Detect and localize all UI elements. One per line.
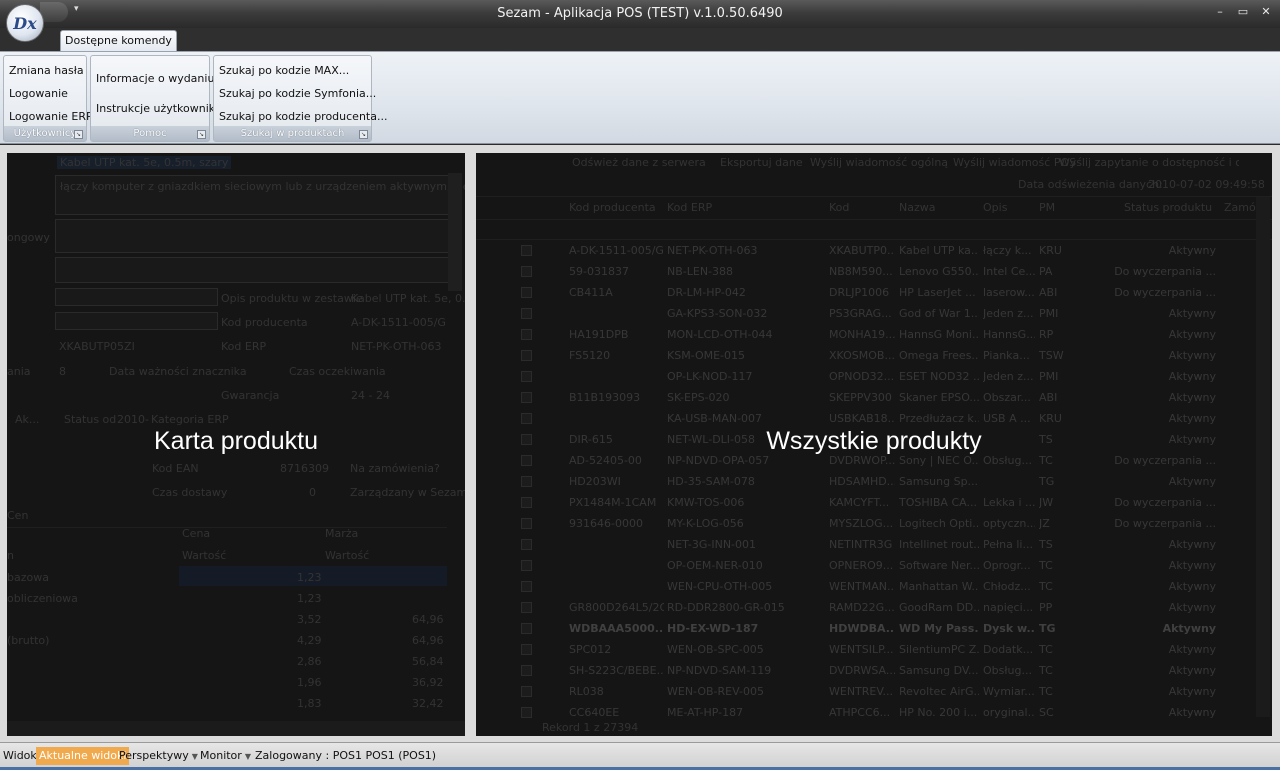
ribbon-group-help: Informacje o wydaniu Instrukcje użytkown… <box>90 55 222 142</box>
ribbon-group-users: Zmiana hasła Logowanie Logowanie ERP Uży… <box>3 55 93 142</box>
close-button[interactable]: ✕ <box>1257 5 1275 21</box>
release-info-button[interactable]: Informacje o wydaniu <box>96 72 214 85</box>
main-area: Kabel UTP kat. 5e, 0.5m, szary łączy kom… <box>0 145 1280 742</box>
app-menu-logo-icon[interactable]: Dx <box>6 4 44 42</box>
logged-user-status: Zalogowany : POS1 POS1 (POS1) <box>255 749 437 762</box>
window-title: Sezam - Aplikacja POS (TEST) v.1.0.50.64… <box>497 6 783 21</box>
tab-dostepne-komendy[interactable]: Dostępne komendy <box>60 30 177 52</box>
product-card-panel[interactable]: Kabel UTP kat. 5e, 0.5m, szary łączy kom… <box>7 153 465 736</box>
login-button[interactable]: Logowanie <box>9 87 68 100</box>
minimize-button[interactable]: – <box>1211 5 1229 21</box>
all-products-label: Wszystkie produkty <box>766 427 982 455</box>
search-max-code-button[interactable]: Szukaj po kodzie MAX... <box>219 64 349 77</box>
view-menu[interactable]: Widok <box>3 749 37 762</box>
maximize-button[interactable]: ▭ <box>1234 5 1252 21</box>
login-erp-button[interactable]: Logowanie ERP <box>9 110 93 123</box>
ribbon-group-title: Szukaj w produktach <box>214 126 371 141</box>
chevron-down-icon: ▼ <box>191 752 198 761</box>
perspectives-menu[interactable]: Perspektywy ▼ <box>119 749 198 762</box>
group-launcher-icon[interactable]: ↘ <box>74 130 83 139</box>
product-card-label: Karta produktu <box>154 427 318 455</box>
user-manual-button[interactable]: Instrukcje użytkownika <box>96 102 222 115</box>
ribbon: Zmiana hasła Logowanie Logowanie ERP Uży… <box>0 51 1280 144</box>
search-producer-code-button[interactable]: Szukaj po kodzie producenta... <box>219 110 387 123</box>
all-products-panel[interactable]: Odśwież dane z serwera Eksportuj dane Wy… <box>476 153 1272 736</box>
ribbon-group-search-products: Szukaj po kodzie MAX... Szukaj po kodzie… <box>213 55 387 142</box>
current-views-button[interactable]: Aktualne widoki <box>36 747 130 765</box>
group-launcher-icon[interactable]: ↘ <box>197 130 206 139</box>
ribbon-tab-strip: Dostępne komendy <box>0 28 1280 52</box>
group-launcher-icon[interactable]: ↘ <box>359 130 368 139</box>
ribbon-group-title: Pomoc <box>91 126 209 141</box>
chevron-down-icon: ▼ <box>244 752 251 761</box>
change-password-button[interactable]: Zmiana hasła <box>9 64 84 77</box>
search-symfonia-code-button[interactable]: Szukaj po kodzie Symfonia... <box>219 87 376 100</box>
status-bar: Widok Aktualne widoki Perspektywy ▼ Monit… <box>0 742 1280 770</box>
monitor-menu[interactable]: Monitor ▼ <box>200 749 251 762</box>
title-bar: ▾ Sezam - Aplikacja POS (TEST) v.1.0.50.… <box>0 0 1280 28</box>
